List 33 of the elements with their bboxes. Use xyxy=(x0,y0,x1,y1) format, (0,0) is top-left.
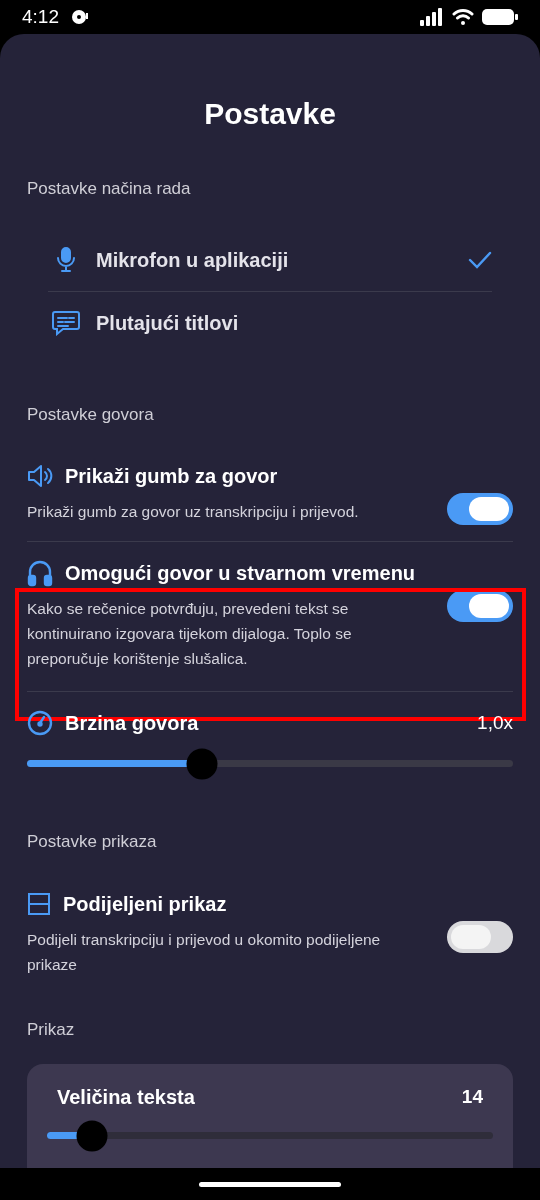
toggle-switch[interactable] xyxy=(447,590,513,622)
card-title: Veličina teksta xyxy=(57,1085,195,1110)
split-view-icon xyxy=(27,891,51,916)
microphone-icon xyxy=(55,247,77,273)
status-time: 4:12 xyxy=(22,4,59,29)
slider-thumb[interactable] xyxy=(76,1120,108,1151)
setting-description: Podijeli transkripciju i prijevod u okomito podijeljene prikaze xyxy=(27,929,382,975)
setting-title: Prikaži gumb za govor xyxy=(65,464,278,489)
section-label: Postavke govora xyxy=(27,403,155,426)
chat-lines-icon xyxy=(52,309,80,336)
setting-title: Omogući govor u stvarnom vremenu xyxy=(65,561,416,586)
section-label: Prikaz xyxy=(27,1018,76,1041)
mode-option[interactable]: Plutajući titlovi xyxy=(48,291,492,354)
headphones-icon xyxy=(27,559,53,587)
signal-icon xyxy=(420,8,444,26)
battery-icon xyxy=(482,8,518,26)
section-label: Postavke prikaza xyxy=(27,831,158,853)
speaker-icon xyxy=(27,464,53,488)
gauge-icon xyxy=(27,710,53,736)
section-label: Postavke načina rada xyxy=(27,178,192,200)
slider-thumb[interactable] xyxy=(186,748,218,779)
text-size-value: 14 xyxy=(461,1084,483,1109)
toggle-switch[interactable] xyxy=(447,493,513,525)
sheet-title: Postavke xyxy=(204,96,336,132)
check-icon xyxy=(468,251,492,269)
mode-option[interactable]: Mikrofon u aplikaciji xyxy=(48,229,492,292)
notification-icon xyxy=(71,9,89,25)
home-indicator[interactable] xyxy=(199,1181,341,1187)
setting-title: Podijeljeni prikaz xyxy=(63,891,227,917)
setting-description: Prikaži gumb za govor uz transkripciju i prijevod. xyxy=(27,502,359,522)
setting-description: Kako se rečenice potvrđuju, prevedeni tekst se kontinuirano izgovara tijekom dijaloga. Toplo se preporučuje korištenje slušalica. xyxy=(27,599,353,669)
wifi-icon xyxy=(452,8,474,26)
toggle-switch[interactable] xyxy=(447,920,513,953)
